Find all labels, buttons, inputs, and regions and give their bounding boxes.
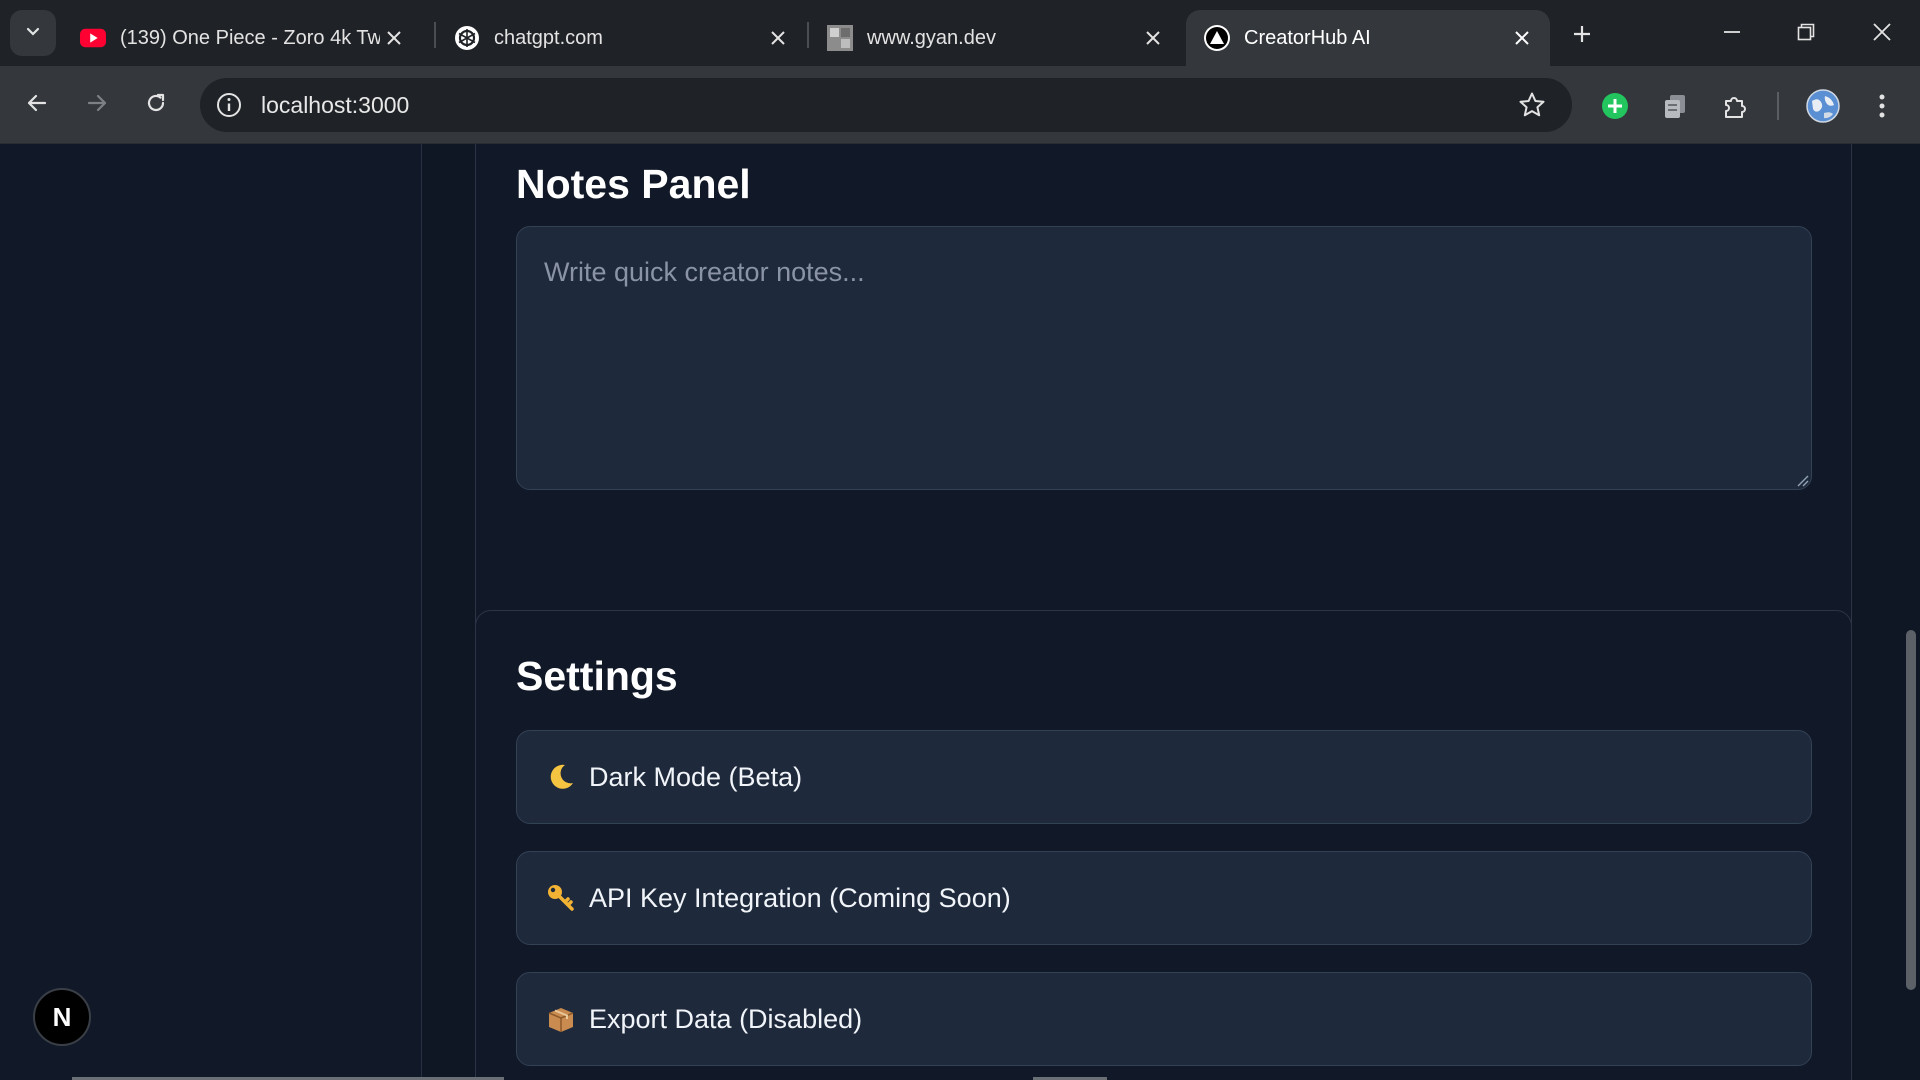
close-window-button[interactable]: [1860, 14, 1904, 54]
notes-textarea[interactable]: [516, 226, 1812, 490]
setting-label: API Key Integration (Coming Soon): [589, 882, 1011, 913]
tab-youtube[interactable]: (139) One Piece - Zoro 4k Twi: [62, 10, 422, 66]
arrow-left-icon: [25, 91, 49, 120]
extension-add-icon[interactable]: [1595, 86, 1635, 126]
setting-api-key[interactable]: API Key Integration (Coming Soon): [516, 851, 1812, 945]
tab-title: www.gyan.dev: [867, 26, 996, 49]
minimize-icon: [1723, 23, 1741, 46]
chevron-down-icon: [24, 22, 42, 45]
new-tab-button[interactable]: [1564, 18, 1600, 54]
tab-title: chatgpt.com: [494, 26, 603, 49]
restore-icon: [1797, 23, 1815, 46]
site-info-icon[interactable]: [214, 90, 244, 125]
browser-tab-strip: (139) One Piece - Zoro 4k Twi chatgpt.co…: [0, 0, 1920, 66]
arrow-right-icon: [85, 91, 109, 120]
close-icon: [1872, 22, 1892, 47]
forward-button[interactable]: [76, 84, 118, 126]
page-viewport: N Notes Panel Settings Dark Mode (Beta) …: [0, 144, 1920, 1080]
resize-handle-icon[interactable]: [1795, 473, 1809, 487]
browser-menu-icon[interactable]: [1862, 86, 1902, 126]
openai-icon: [454, 25, 480, 51]
nextjs-logo-icon: N: [52, 1001, 72, 1032]
youtube-icon: [80, 25, 106, 51]
profile-avatar[interactable]: [1803, 86, 1843, 126]
restore-button[interactable]: [1784, 14, 1828, 54]
close-icon[interactable]: [1508, 24, 1536, 52]
tab-gyan-dev[interactable]: www.gyan.dev: [809, 10, 1181, 66]
moon-icon: [545, 761, 577, 793]
site-thumbnail-icon: [827, 25, 853, 51]
tab-chatgpt[interactable]: chatgpt.com: [436, 10, 806, 66]
setting-label: Dark Mode (Beta): [589, 761, 803, 792]
settings-title: Settings: [516, 653, 678, 699]
tab-search-button[interactable]: [10, 10, 56, 56]
reload-button[interactable]: [135, 84, 177, 126]
address-bar[interactable]: localhost:3000: [200, 78, 1572, 132]
devtools-badge[interactable]: N: [33, 988, 91, 1046]
tab-title: (139) One Piece - Zoro 4k Twi: [120, 26, 380, 49]
sidebar: [0, 144, 422, 1080]
setting-dark-mode[interactable]: Dark Mode (Beta): [516, 730, 1812, 824]
bookmark-star-icon[interactable]: [1517, 90, 1547, 125]
extensions-puzzle-icon[interactable]: [1715, 86, 1755, 126]
plus-icon: [1572, 24, 1592, 49]
close-icon[interactable]: [764, 24, 792, 52]
browser-toolbar: localhost:3000: [0, 66, 1920, 144]
close-icon[interactable]: [380, 24, 408, 52]
package-icon: [545, 1003, 577, 1035]
settings-card: Settings Dark Mode (Beta) API Key Integr…: [475, 610, 1852, 1080]
minimize-button[interactable]: [1710, 14, 1754, 54]
reload-icon: [144, 91, 168, 120]
toolbar-separator: [1777, 92, 1779, 120]
vertical-scrollbar[interactable]: [1906, 630, 1916, 990]
key-icon: [545, 882, 577, 914]
tab-title: CreatorHub AI: [1244, 26, 1371, 49]
setting-label: Export Data (Disabled): [589, 1003, 863, 1034]
notes-panel-title: Notes Panel: [516, 161, 751, 207]
extension-copy-icon[interactable]: [1655, 86, 1695, 126]
triangle-logo-icon: [1204, 25, 1230, 51]
address-text: localhost:3000: [261, 92, 410, 118]
back-button[interactable]: [16, 84, 58, 126]
close-icon[interactable]: [1139, 24, 1167, 52]
tab-creatorhub[interactable]: CreatorHub AI: [1186, 10, 1550, 66]
setting-export-data[interactable]: Export Data (Disabled): [516, 972, 1812, 1066]
